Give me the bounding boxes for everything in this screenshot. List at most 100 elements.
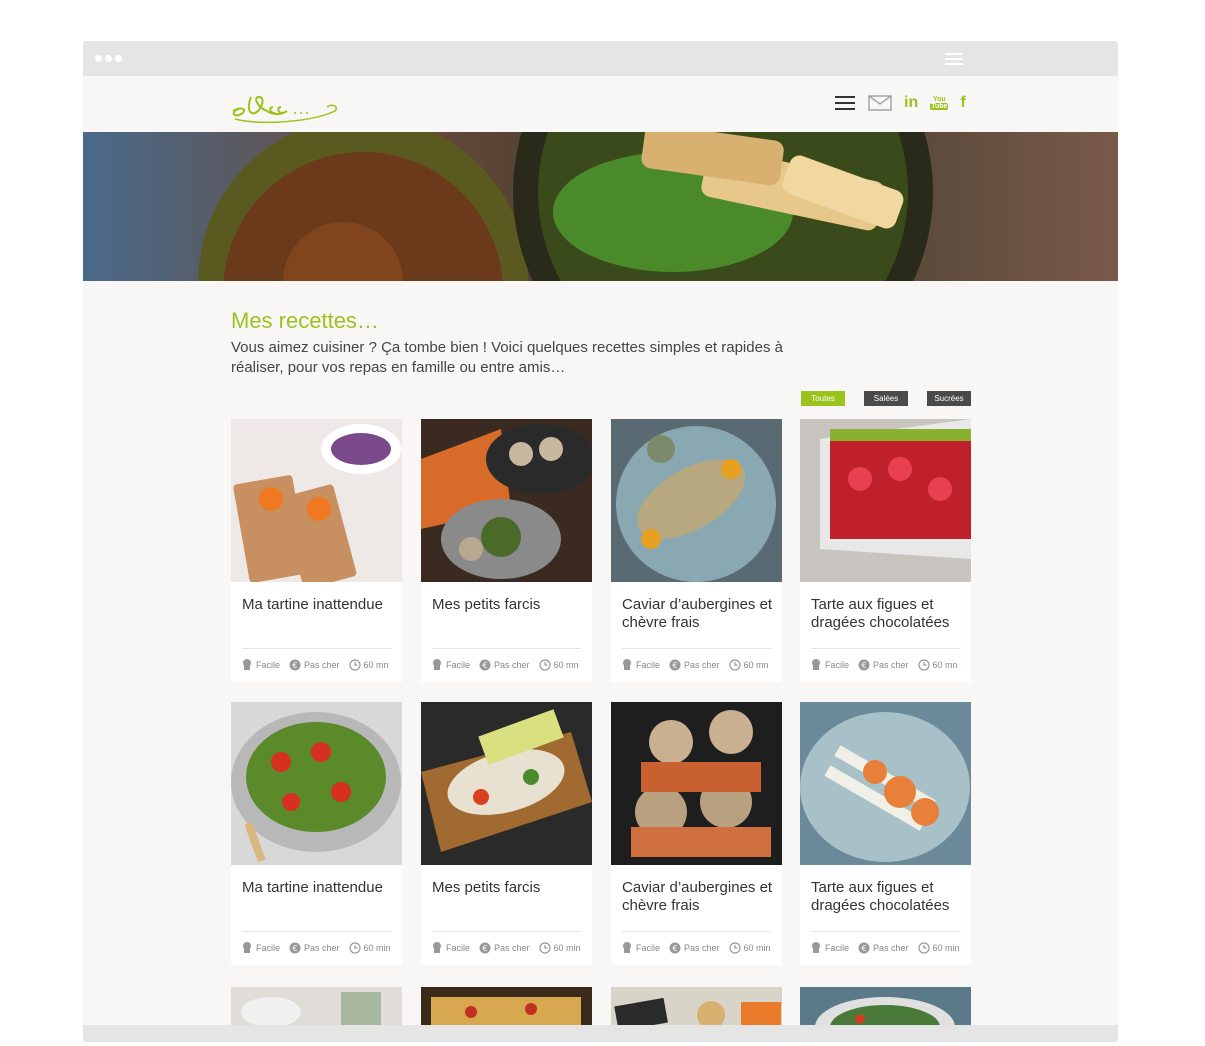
euro-icon: € [289, 659, 301, 671]
recipe-meta: Facile € Pas cher 60 mn [241, 659, 398, 671]
recipe-title: Caviar d’aubergines et chèvre frais [622, 596, 773, 631]
clock-icon [538, 659, 551, 671]
recipe-title: Ma tartine inattendue [242, 879, 383, 896]
clock-icon [348, 659, 361, 671]
recipe-photo [611, 702, 782, 865]
difficulty-label: Facile [446, 660, 471, 670]
card-divider [242, 648, 391, 649]
recipe-card[interactable] [231, 987, 402, 1027]
svg-text:€: € [482, 661, 487, 670]
svg-text:€: € [292, 661, 297, 670]
window-dots [95, 55, 122, 62]
price-label: Pas cher [494, 660, 530, 670]
mail-icon[interactable] [868, 95, 892, 111]
card-divider [811, 648, 960, 649]
chef-hat-icon [812, 659, 820, 670]
difficulty-label: Facile [256, 943, 281, 953]
recipe-meta: Facile € Pas cher 60 mn [810, 659, 967, 671]
time-label: 60 min [743, 943, 771, 953]
hero-banner-image [83, 132, 1118, 281]
recipe-card[interactable]: Tarte aux figues et dragées chocolatées … [800, 702, 971, 965]
recipe-photo [231, 702, 402, 865]
clock-icon [728, 942, 741, 954]
filter-sweet-button[interactable]: Sucrées [927, 391, 971, 406]
recipe-card[interactable]: Ma tartine inattendue Facile € Pas cher 6… [231, 702, 402, 965]
recipe-meta: Facile € Pas cher 60 min [621, 942, 780, 954]
header-nav: in You Tube f [835, 94, 978, 112]
linkedin-icon[interactable]: in [904, 94, 918, 112]
euro-icon: € [858, 942, 870, 954]
card-divider [242, 931, 391, 932]
youtube-label-bottom: Tube [930, 103, 949, 110]
difficulty-label: Facile [636, 660, 661, 670]
menu-icon[interactable] [835, 96, 855, 110]
page-title: Mes recettes… [231, 308, 379, 333]
recipe-photo [800, 419, 971, 582]
chef-hat-icon [243, 659, 251, 670]
recipe-photo [800, 702, 971, 865]
svg-text:€: € [672, 661, 677, 670]
card-divider [432, 648, 581, 649]
recipe-card[interactable]: Mes petits farcis Facile € Pas cher 60 mi… [421, 702, 592, 965]
recipe-photo [231, 987, 402, 1027]
euro-icon: € [479, 659, 491, 671]
recipe-card[interactable]: Ma tartine inattendue Facile € Pas cher 6… [231, 419, 402, 682]
chef-hat-icon [243, 942, 251, 953]
euro-icon: € [289, 942, 301, 954]
time-label: 60 min [932, 943, 960, 953]
youtube-icon[interactable]: You Tube [930, 96, 949, 110]
time-label: 60 mn [932, 660, 958, 670]
svg-text:€: € [861, 944, 866, 953]
facebook-icon[interactable]: f [960, 94, 965, 112]
clock-icon [348, 942, 361, 954]
euro-icon: € [669, 659, 681, 671]
recipe-card[interactable]: Tarte aux figues et dragées chocolatées … [800, 419, 971, 682]
recipe-photo [611, 419, 782, 582]
difficulty-label: Facile [446, 943, 471, 953]
recipe-card[interactable]: Caviar d’aubergines et chèvre frais Faci… [611, 702, 782, 965]
price-label: Pas cher [684, 943, 720, 953]
browser-bottom-bar [83, 1025, 1118, 1042]
browser-window: in You Tube f Mes recettes… Vous aimez c… [83, 41, 1118, 1042]
clock-icon [917, 942, 930, 954]
time-label: 60 min [553, 943, 581, 953]
euro-icon: € [669, 942, 681, 954]
price-label: Pas cher [304, 943, 340, 953]
filter-bar: Toutes Salées Sucrées [801, 391, 971, 406]
difficulty-label: Facile [256, 660, 281, 670]
browser-menu-icon[interactable] [945, 53, 963, 65]
card-divider [622, 931, 771, 932]
difficulty-label: Facile [636, 943, 661, 953]
recipe-title: Tarte aux figues et dragées chocolatées [811, 879, 950, 914]
recipe-photo [611, 987, 782, 1027]
difficulty-label: Facile [825, 660, 850, 670]
recipe-meta: Facile € Pas cher 60 min [431, 942, 590, 954]
recipe-card[interactable] [421, 987, 592, 1027]
recipe-card[interactable]: Mes petits farcis Facile € Pas cher 60 mn [421, 419, 592, 682]
recipe-card[interactable] [800, 987, 971, 1027]
euro-icon: € [858, 659, 870, 671]
recipe-card[interactable] [611, 987, 782, 1027]
window-dot [115, 55, 122, 62]
window-dot [95, 55, 102, 62]
recipe-photo [231, 419, 402, 582]
recipe-title: Mes petits farcis [432, 596, 541, 613]
svg-text:€: € [861, 661, 866, 670]
price-label: Pas cher [873, 943, 909, 953]
chef-hat-icon [623, 942, 631, 953]
clock-icon [917, 659, 930, 671]
recipe-title: Caviar d’aubergines et chèvre frais [622, 879, 773, 914]
card-divider [622, 648, 771, 649]
recipe-meta: Facile € Pas cher 60 min [810, 942, 969, 954]
recipe-meta: Facile € Pas cher 60 mn [621, 659, 778, 671]
filter-savory-button[interactable]: Salées [864, 391, 908, 406]
site-header: in You Tube f [83, 76, 1118, 132]
svg-text:€: € [482, 944, 487, 953]
youtube-label-top: You [932, 96, 946, 103]
logo[interactable] [229, 85, 341, 125]
chef-hat-icon [433, 659, 441, 670]
filter-all-button[interactable]: Toutes [801, 391, 845, 406]
clock-icon [728, 659, 741, 671]
recipe-photo [421, 702, 592, 865]
recipe-card[interactable]: Caviar d’aubergines et chèvre frais Faci… [611, 419, 782, 682]
